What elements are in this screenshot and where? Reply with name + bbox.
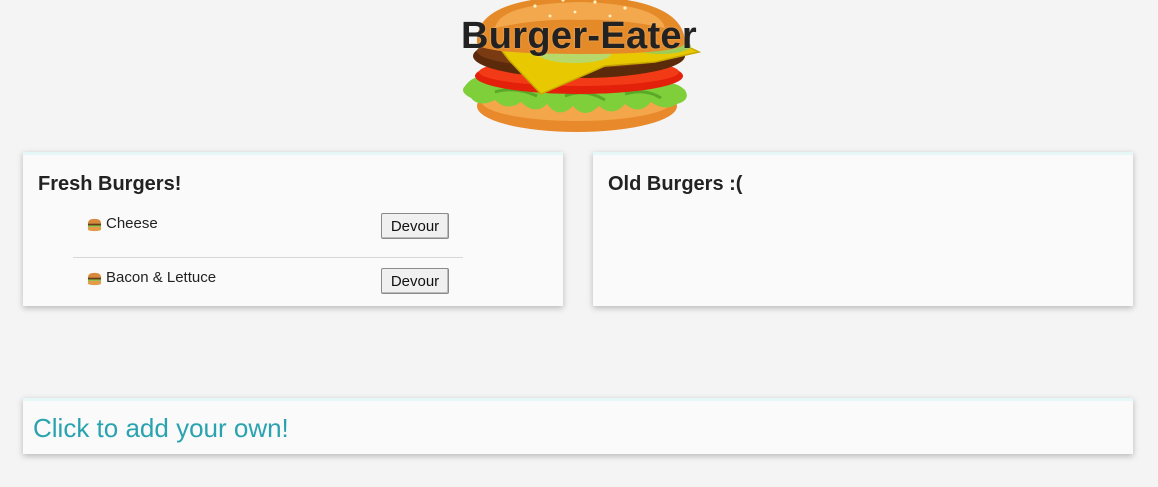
old-burgers-title: Old Burgers :( <box>608 173 743 195</box>
fresh-burgers-list: Cheese Devour Bacon & Lettuce Devour <box>73 205 463 309</box>
add-burger-panel: Click to add your own! <box>23 398 1133 454</box>
hamburger-icon <box>87 272 102 286</box>
list-item: Bacon & Lettuce Devour <box>73 257 463 309</box>
page-title: Burger-Eater <box>461 15 697 57</box>
burger-name: Cheese <box>106 215 158 232</box>
header: Burger-Eater <box>0 0 1158 140</box>
fresh-burgers-title: Fresh Burgers! <box>38 173 182 195</box>
burger-name: Bacon & Lettuce <box>106 269 217 286</box>
devour-button[interactable]: Devour <box>381 268 449 294</box>
devour-button[interactable]: Devour <box>381 213 449 239</box>
old-burgers-panel: Old Burgers :( <box>593 152 1133 306</box>
hamburger-icon <box>87 218 102 232</box>
fresh-burgers-panel: Fresh Burgers! Cheese Devour Bacon & Let… <box>23 152 563 306</box>
list-item: Cheese Devour <box>73 205 463 257</box>
add-burger-link[interactable]: Click to add your own! <box>33 413 289 444</box>
